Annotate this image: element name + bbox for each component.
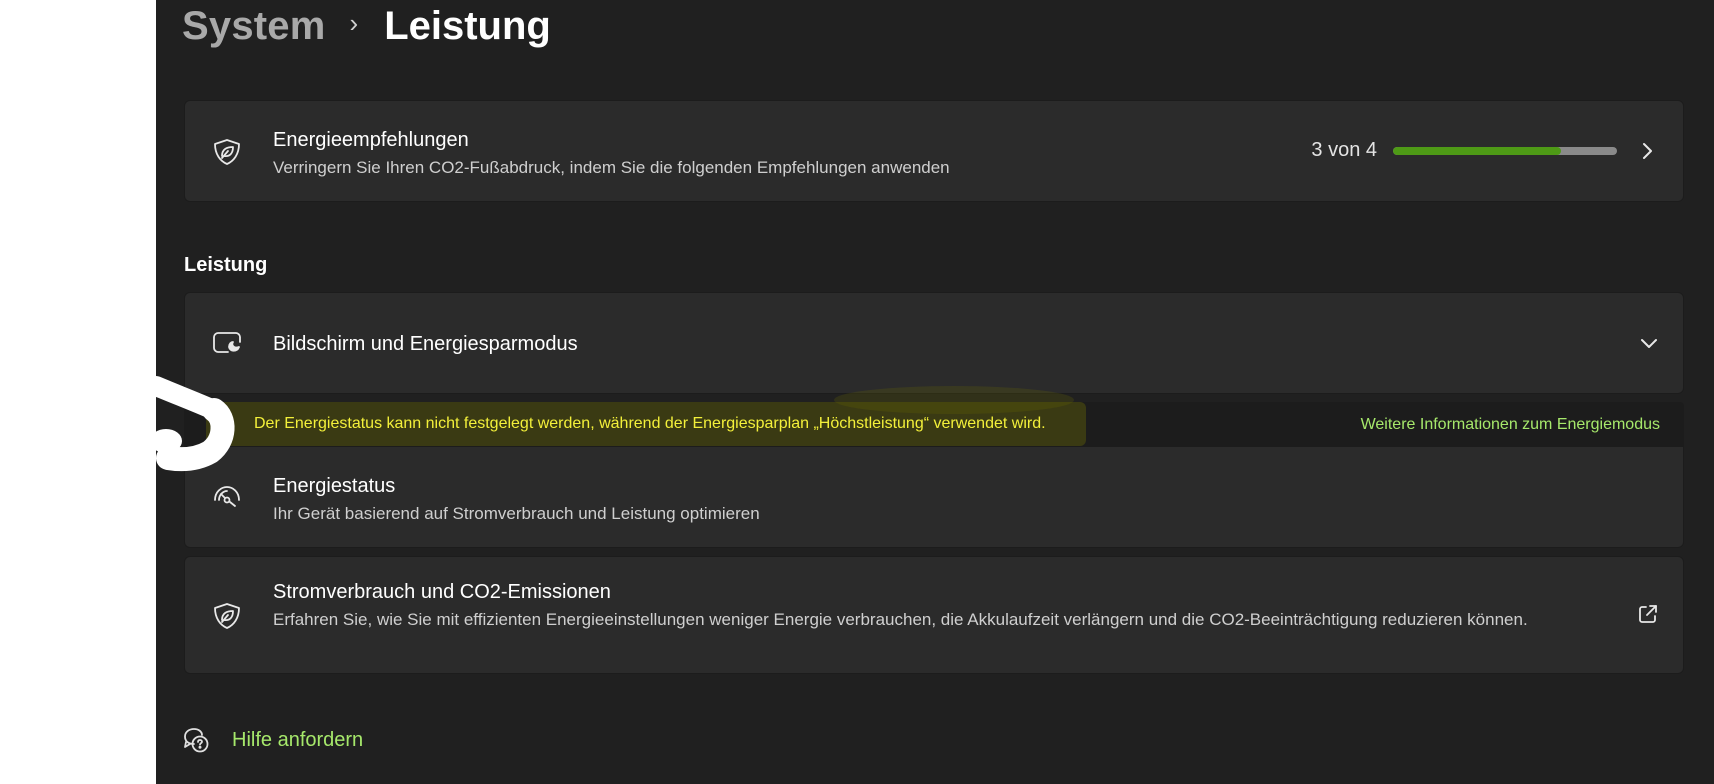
power-consumption-card[interactable]: Stromverbrauch und CO2-Emissionen Erfahr… bbox=[184, 556, 1684, 674]
chevron-down-icon[interactable] bbox=[1637, 333, 1661, 353]
power-mode-card: Energiestatus Ihr Gerät basierend auf St… bbox=[184, 446, 1684, 548]
settings-pane: System › Leistung Energieempfehlungen Ve… bbox=[156, 0, 1714, 784]
breadcrumb-separator: › bbox=[349, 7, 359, 38]
progress-track bbox=[1393, 146, 1617, 155]
energy-recommendations-title: Energieempfehlungen bbox=[273, 129, 469, 151]
info-bar-message: Der Energiestatus kann nicht festgelegt … bbox=[254, 415, 1046, 432]
power-consumption-description: Erfahren Sie, wie Sie mit effizienten En… bbox=[273, 610, 1528, 629]
energy-recommendations-card[interactable]: Energieempfehlungen Verringern Sie Ihren… bbox=[184, 100, 1684, 202]
leaf-shield-icon bbox=[214, 139, 240, 165]
power-mode-info-bar: Der Energiestatus kann nicht festgelegt … bbox=[184, 386, 1684, 446]
leaf-shield-icon bbox=[214, 603, 240, 629]
recommendations-progress: 3 von 4 bbox=[1311, 139, 1617, 162]
screen-and-sleep-card[interactable]: Bildschirm und Energiesparmodus bbox=[184, 292, 1684, 394]
progress-fill bbox=[1393, 146, 1561, 155]
annotation-stroke bbox=[146, 376, 235, 472]
power-consumption-title: Stromverbrauch und CO2-Emissionen bbox=[273, 581, 611, 603]
screen-moon-icon bbox=[213, 332, 241, 353]
energy-recommendations-description: Verringern Sie Ihren CO2-Fußabdruck, ind… bbox=[273, 158, 950, 177]
breadcrumb-system[interactable]: System bbox=[182, 4, 326, 49]
gauge-icon bbox=[214, 486, 240, 507]
chevron-right-icon bbox=[1643, 143, 1652, 159]
breadcrumb: System › Leistung bbox=[182, 0, 551, 52]
screen-and-sleep-title: Bildschirm und Energiesparmodus bbox=[273, 333, 578, 355]
recommendations-progress-text: 3 von 4 bbox=[1311, 139, 1377, 161]
help-chat-icon bbox=[184, 728, 209, 753]
get-help-label: Hilfe anfordern bbox=[232, 728, 364, 751]
external-link-icon bbox=[1639, 605, 1657, 623]
section-heading-performance: Leistung bbox=[184, 254, 268, 276]
power-mode-title: Energiestatus bbox=[273, 475, 396, 497]
power-mode-description: Ihr Gerät basierend auf Stromverbrauch u… bbox=[273, 504, 760, 523]
power-mode-info-link[interactable]: Weitere Informationen zum Energiemodus bbox=[1361, 416, 1660, 434]
get-help-link[interactable]: Hilfe anfordern bbox=[182, 726, 363, 754]
page-title: Leistung bbox=[384, 3, 551, 48]
